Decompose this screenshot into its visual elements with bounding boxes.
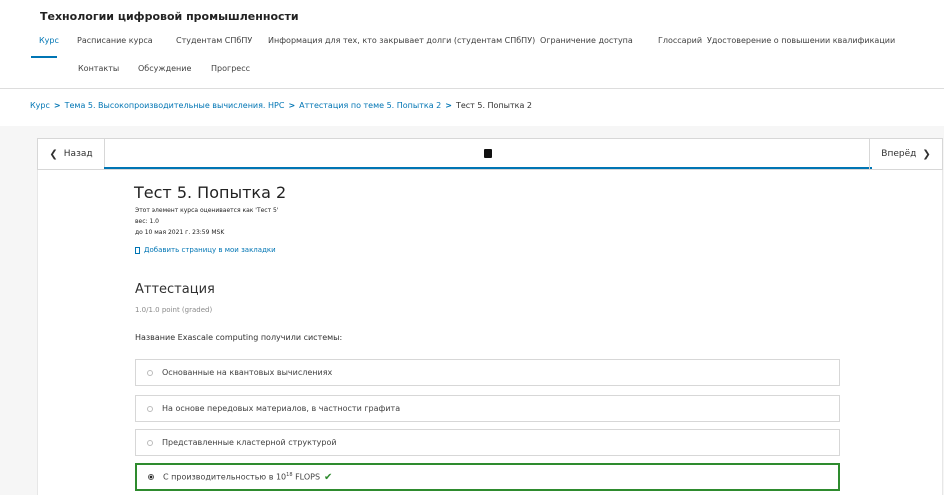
choice-option[interactable]: Представленные кластерной структурой [135,429,840,456]
radio-button[interactable] [147,405,153,412]
choice-label-suffix: FLOPS [292,472,321,482]
bookmark-label: Добавить страницу в мои закладки [144,246,276,254]
breadcrumb-current: Тест 5. Попытка 2 [455,101,533,110]
tab-debts-info[interactable]: Информация для тех, кто закрывает долги … [268,36,535,45]
breadcrumb-separator: > [288,101,296,110]
tab-course[interactable]: Курс [39,36,59,45]
prev-button[interactable]: ❮ Назад [38,139,105,169]
chevron-left-icon: ❮ [49,148,58,160]
radio-button[interactable] [147,369,153,376]
due-date: до 10 мая 2021 г. 23:59 MSK [135,229,225,236]
problem-points: 1.0/1.0 point (graded) [135,306,213,314]
radio-button-selected[interactable] [148,474,154,480]
problem-title: Аттестация [135,282,215,297]
choice-label-prefix: С производительностью в 10 [163,472,287,482]
prev-label: Назад [63,149,93,159]
choice-label: Основанные на квантовых вычислениях [162,368,333,377]
unit-title: Тест 5. Попытка 2 [134,183,287,202]
choice-label: Представленные кластерной структурой [162,438,337,447]
tab-access-restriction[interactable]: Ограничение доступа [540,36,633,45]
course-header: Технологии цифровой промышленности Курс … [0,0,944,88]
breadcrumb: Курс > Тема 5. Высокопроизводительные вычи… [30,101,532,110]
radio-button[interactable] [147,439,153,446]
course-title: Технологии цифровой промышленности [40,10,299,23]
breadcrumb-attestation[interactable]: Аттестация по теме 5. Попытка 2 [299,101,441,110]
breadcrumb-separator: > [53,101,61,110]
book-icon [484,148,492,158]
breadcrumb-separator: > [445,101,452,110]
question-text: Название Exascale computing получили сис… [135,333,343,342]
breadcrumb-topic[interactable]: Тема 5. Высокопроизводительные вычислени… [65,101,285,110]
bookmark-icon [135,246,140,254]
sequence-nav: ❮ Назад Вперёд ❯ [37,138,943,170]
next-button[interactable]: Вперёд ❯ [869,139,942,169]
active-tab-indicator [31,56,57,58]
tab-discussion[interactable]: Обсуждение [138,64,191,73]
bookmark-button[interactable]: Добавить страницу в мои закладки [135,246,276,254]
tab-glossary[interactable]: Глоссарий [658,36,702,45]
choice-label: С производительностью в 1018 FLOPS [163,472,320,482]
choice-option[interactable]: Основанные на квантовых вычислениях [135,359,840,386]
checkmark-icon: ✔ [324,471,333,483]
unit-tab[interactable] [104,139,872,169]
breadcrumb-course[interactable]: Курс [30,101,50,110]
tab-progress[interactable]: Прогресс [211,64,250,73]
choice-option[interactable]: На основе передовых материалов, в частно… [135,395,840,422]
tab-certificate[interactable]: Удостоверение о повышении квалификации [707,36,895,45]
tab-schedule[interactable]: Расписание курса [77,36,153,45]
weight: вес: 1.0 [135,218,159,225]
choice-label: На основе передовых материалов, в частно… [162,404,401,413]
tab-contacts[interactable]: Контакты [78,64,119,73]
choice-option-correct[interactable]: С производительностью в 1018 FLOPS ✔ [135,463,840,491]
chevron-right-icon: ❯ [922,148,931,160]
graded-as: Этот элемент курса оценивается как 'Тест… [135,207,279,214]
tab-spbpu-students[interactable]: Студентам СПбПУ [176,36,252,45]
next-label: Вперёд [881,149,917,159]
header-divider [0,88,944,89]
